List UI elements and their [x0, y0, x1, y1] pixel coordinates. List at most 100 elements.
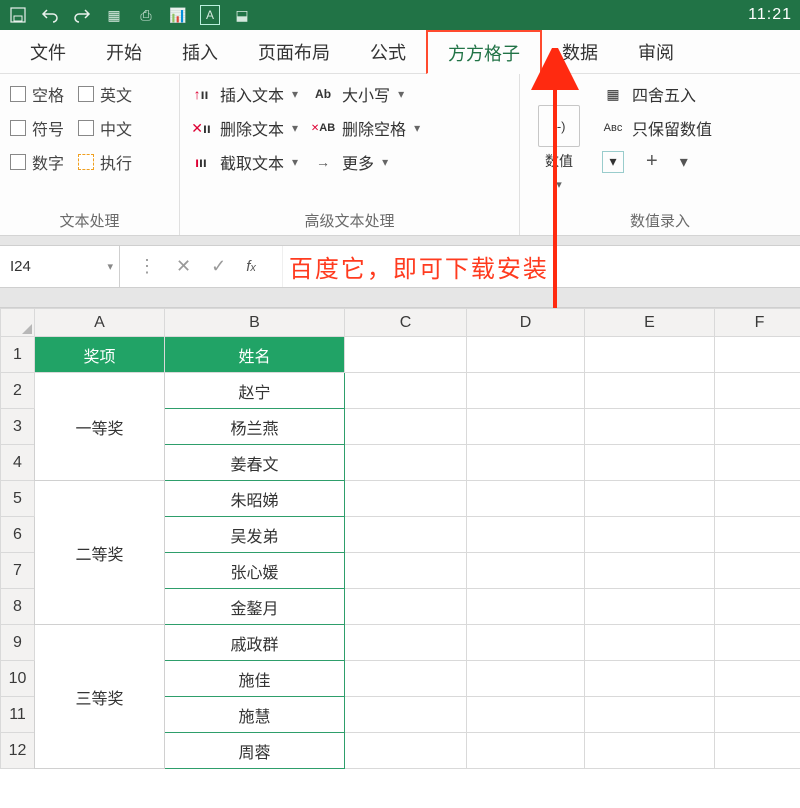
qat-redo-icon[interactable]	[72, 5, 92, 25]
col-header[interactable]: B	[165, 309, 345, 337]
fx-icon[interactable]: fx	[246, 258, 264, 275]
col-header[interactable]: E	[585, 309, 715, 337]
number-dropdown[interactable]: (-) 数值	[530, 82, 588, 208]
cell[interactable]	[585, 589, 715, 625]
tab-formulas[interactable]: 公式	[350, 30, 426, 73]
cell[interactable]: 一等奖	[35, 373, 165, 481]
cell[interactable]	[467, 445, 585, 481]
cell[interactable]	[715, 697, 800, 733]
cell[interactable]	[585, 409, 715, 445]
cell[interactable]	[467, 337, 585, 373]
row-header[interactable]: 10	[1, 661, 35, 697]
tab-insert[interactable]: 插入	[162, 30, 238, 73]
cell[interactable]	[715, 337, 800, 373]
cell[interactable]	[585, 337, 715, 373]
ribbon-button[interactable]: Ab大小写	[312, 82, 420, 106]
cell[interactable]	[345, 517, 467, 553]
cell[interactable]: 戚政群	[165, 625, 345, 661]
tab-data[interactable]: 数据	[542, 30, 618, 73]
qat-generic-icon[interactable]: ▦	[104, 5, 124, 25]
tab-ffgz[interactable]: 方方格子	[426, 30, 542, 74]
cell[interactable]: 三等奖	[35, 625, 165, 769]
cell[interactable]	[345, 445, 467, 481]
cell[interactable]	[345, 337, 467, 373]
cell[interactable]	[715, 517, 800, 553]
select-all-corner[interactable]	[1, 309, 35, 337]
col-header[interactable]: F	[715, 309, 800, 337]
row-header[interactable]: 11	[1, 697, 35, 733]
cell[interactable]	[585, 625, 715, 661]
checkbox-英文[interactable]: 英文	[78, 82, 132, 106]
cell[interactable]	[715, 445, 800, 481]
cell[interactable]	[585, 553, 715, 589]
cell[interactable]	[345, 409, 467, 445]
cell[interactable]: 奖项	[35, 337, 165, 373]
cell[interactable]	[345, 373, 467, 409]
ribbon-button[interactable]: →更多	[312, 150, 420, 174]
tab-file[interactable]: 文件	[10, 30, 86, 73]
cell[interactable]	[585, 373, 715, 409]
checkbox-执行[interactable]: 执行	[78, 150, 132, 174]
cell[interactable]	[345, 553, 467, 589]
cell[interactable]: 姓名	[165, 337, 345, 373]
cell[interactable]	[715, 481, 800, 517]
tab-layout[interactable]: 页面布局	[238, 30, 350, 73]
cell[interactable]	[715, 661, 800, 697]
cell[interactable]: 姜春文	[165, 445, 345, 481]
more-icon[interactable]: ▾	[680, 152, 688, 172]
ribbon-button[interactable]: ↑ıı插入文本	[190, 82, 298, 106]
cell[interactable]: 二等奖	[35, 481, 165, 625]
col-header[interactable]: C	[345, 309, 467, 337]
row-header[interactable]: 7	[1, 553, 35, 589]
cell[interactable]: 张心媛	[165, 553, 345, 589]
checkbox-符号[interactable]: 符号	[10, 116, 64, 140]
tab-review[interactable]: 审阅	[618, 30, 694, 73]
plus-icon[interactable]: +	[646, 150, 658, 173]
cell[interactable]	[715, 589, 800, 625]
cell[interactable]: 施佳	[165, 661, 345, 697]
cell[interactable]	[715, 373, 800, 409]
confirm-icon[interactable]: ✓	[211, 256, 226, 277]
row-header[interactable]: 8	[1, 589, 35, 625]
row-header[interactable]: 6	[1, 517, 35, 553]
cell[interactable]	[585, 445, 715, 481]
cell[interactable]: 金鏊月	[165, 589, 345, 625]
row-header[interactable]: 12	[1, 733, 35, 769]
cell[interactable]	[345, 733, 467, 769]
cell[interactable]: 周蓉	[165, 733, 345, 769]
cell[interactable]	[345, 661, 467, 697]
row-header[interactable]: 5	[1, 481, 35, 517]
cell[interactable]	[467, 661, 585, 697]
cell[interactable]	[585, 481, 715, 517]
cell[interactable]	[585, 733, 715, 769]
cell[interactable]	[585, 517, 715, 553]
checkbox-空格[interactable]: 空格	[10, 82, 64, 106]
cell[interactable]	[467, 373, 585, 409]
col-header[interactable]: D	[467, 309, 585, 337]
name-box[interactable]: I24	[0, 246, 120, 287]
qat-undo-icon[interactable]	[40, 5, 60, 25]
cell[interactable]	[715, 553, 800, 589]
spreadsheet-grid[interactable]: A B C D E F 1奖项姓名2一等奖赵宁3杨兰燕4姜春文5二等奖朱昭娣6吴…	[0, 308, 800, 769]
row-header[interactable]: 9	[1, 625, 35, 661]
cell[interactable]	[467, 589, 585, 625]
cell[interactable]	[467, 553, 585, 589]
cell[interactable]	[585, 661, 715, 697]
checkbox-中文[interactable]: 中文	[78, 116, 132, 140]
tab-home[interactable]: 开始	[86, 30, 162, 73]
grid-icon[interactable]: ▾	[602, 151, 624, 173]
row-header[interactable]: 1	[1, 337, 35, 373]
cell[interactable]	[715, 625, 800, 661]
ribbon-button[interactable]: ııı截取文本	[190, 150, 298, 174]
cell[interactable]	[715, 733, 800, 769]
round-button[interactable]: ▦ 四舍五入	[602, 82, 712, 106]
row-header[interactable]: 3	[1, 409, 35, 445]
cell[interactable]: 朱昭娣	[165, 481, 345, 517]
qat-generic-icon[interactable]: ⬓	[232, 5, 252, 25]
cell[interactable]	[345, 625, 467, 661]
cell[interactable]	[715, 409, 800, 445]
qat-chart-icon[interactable]: 📊	[168, 5, 188, 25]
cell[interactable]: 杨兰燕	[165, 409, 345, 445]
checkbox-数字[interactable]: 数字	[10, 150, 64, 174]
ribbon-button[interactable]: ✕ıı删除文本	[190, 116, 298, 140]
